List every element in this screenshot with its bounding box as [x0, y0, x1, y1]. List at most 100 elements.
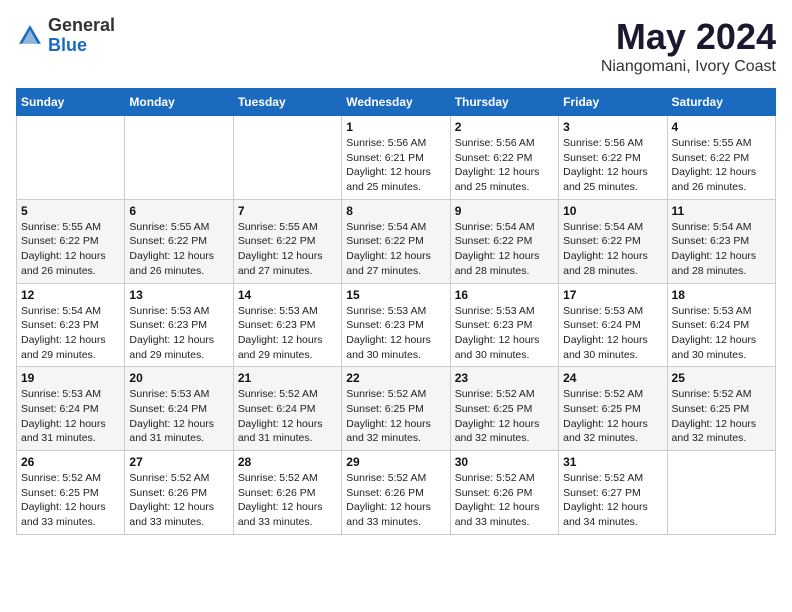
day-number: 29: [346, 455, 445, 469]
calendar-cell: 5 Sunrise: 5:55 AM Sunset: 6:22 PM Daylig…: [17, 199, 125, 283]
day-number: 18: [672, 288, 771, 302]
calendar-cell: [17, 116, 125, 200]
day-number: 16: [455, 288, 554, 302]
calendar-week-row: 26 Sunrise: 5:52 AM Sunset: 6:25 PM Dayli…: [17, 451, 776, 535]
day-number: 12: [21, 288, 120, 302]
calendar-cell: 21Sunrise: 5:52 AM Sunset: 6:24 PM Dayli…: [233, 367, 341, 451]
day-detail: Sunrise: 5:53 AM Sunset: 6:23 PM Dayligh…: [238, 304, 337, 363]
day-number: 3: [563, 120, 662, 134]
day-detail: Sunrise: 5:52 AM Sunset: 6:26 PM Dayligh…: [129, 471, 228, 530]
day-detail: Sunrise: 5:54 AM Sunset: 6:23 PM Dayligh…: [672, 220, 771, 279]
day-number: 10: [563, 204, 662, 218]
title-month: May 2024: [601, 16, 776, 58]
weekday-header-friday: Friday: [559, 89, 667, 116]
day-number: 26: [21, 455, 120, 469]
day-number: 7: [238, 204, 337, 218]
day-detail: Sunrise: 5:52 AM Sunset: 6:26 PM Dayligh…: [238, 471, 337, 530]
day-detail: Sunrise: 5:52 AM Sunset: 6:26 PM Dayligh…: [455, 471, 554, 530]
calendar-cell: 9 Sunrise: 5:54 AM Sunset: 6:22 PM Daylig…: [450, 199, 558, 283]
day-number: 30: [455, 455, 554, 469]
calendar-cell: [125, 116, 233, 200]
day-detail: Sunrise: 5:52 AM Sunset: 6:24 PM Dayligh…: [238, 387, 337, 446]
day-detail: Sunrise: 5:55 AM Sunset: 6:22 PM Dayligh…: [238, 220, 337, 279]
day-detail: Sunrise: 5:56 AM Sunset: 6:21 PM Dayligh…: [346, 136, 445, 195]
day-detail: Sunrise: 5:52 AM Sunset: 6:25 PM Dayligh…: [346, 387, 445, 446]
calendar-cell: 18Sunrise: 5:53 AM Sunset: 6:24 PM Dayli…: [667, 283, 775, 367]
day-number: 17: [563, 288, 662, 302]
calendar-week-row: 1Sunrise: 5:56 AM Sunset: 6:21 PM Daylig…: [17, 116, 776, 200]
day-number: 14: [238, 288, 337, 302]
calendar-cell: 1Sunrise: 5:56 AM Sunset: 6:21 PM Daylig…: [342, 116, 450, 200]
logo-icon: [16, 22, 44, 50]
calendar-cell: 11 Sunrise: 5:54 AM Sunset: 6:23 PM Dayli…: [667, 199, 775, 283]
title-location: Niangomani, Ivory Coast: [601, 58, 776, 76]
calendar-cell: [667, 451, 775, 535]
calendar-cell: 6 Sunrise: 5:55 AM Sunset: 6:22 PM Daylig…: [125, 199, 233, 283]
day-detail: Sunrise: 5:55 AM Sunset: 6:22 PM Dayligh…: [21, 220, 120, 279]
day-detail: Sunrise: 5:53 AM Sunset: 6:23 PM Dayligh…: [346, 304, 445, 363]
calendar-cell: 13 Sunrise: 5:53 AM Sunset: 6:23 PM Dayli…: [125, 283, 233, 367]
day-number: 6: [129, 204, 228, 218]
calendar-cell: 12 Sunrise: 5:54 AM Sunset: 6:23 PM Dayli…: [17, 283, 125, 367]
calendar-cell: 23 Sunrise: 5:52 AM Sunset: 6:25 PM Dayli…: [450, 367, 558, 451]
day-number: 15: [346, 288, 445, 302]
day-detail: Sunrise: 5:53 AM Sunset: 6:24 PM Dayligh…: [21, 387, 120, 446]
day-detail: Sunrise: 5:52 AM Sunset: 6:25 PM Dayligh…: [563, 387, 662, 446]
calendar-cell: 2Sunrise: 5:56 AM Sunset: 6:22 PM Daylig…: [450, 116, 558, 200]
weekday-header-saturday: Saturday: [667, 89, 775, 116]
day-number: 20: [129, 371, 228, 385]
calendar-cell: 4Sunrise: 5:55 AM Sunset: 6:22 PM Daylig…: [667, 116, 775, 200]
day-detail: Sunrise: 5:53 AM Sunset: 6:23 PM Dayligh…: [455, 304, 554, 363]
calendar-cell: 26 Sunrise: 5:52 AM Sunset: 6:25 PM Dayli…: [17, 451, 125, 535]
day-detail: Sunrise: 5:54 AM Sunset: 6:23 PM Dayligh…: [21, 304, 120, 363]
calendar-cell: 22 Sunrise: 5:52 AM Sunset: 6:25 PM Dayli…: [342, 367, 450, 451]
calendar-cell: [233, 116, 341, 200]
day-number: 8: [346, 204, 445, 218]
day-detail: Sunrise: 5:56 AM Sunset: 6:22 PM Dayligh…: [455, 136, 554, 195]
calendar-cell: 30 Sunrise: 5:52 AM Sunset: 6:26 PM Dayli…: [450, 451, 558, 535]
day-number: 27: [129, 455, 228, 469]
day-number: 11: [672, 204, 771, 218]
day-detail: Sunrise: 5:53 AM Sunset: 6:24 PM Dayligh…: [129, 387, 228, 446]
day-detail: Sunrise: 5:54 AM Sunset: 6:22 PM Dayligh…: [563, 220, 662, 279]
calendar-cell: 16 Sunrise: 5:53 AM Sunset: 6:23 PM Dayli…: [450, 283, 558, 367]
calendar-cell: 7 Sunrise: 5:55 AM Sunset: 6:22 PM Daylig…: [233, 199, 341, 283]
day-number: 5: [21, 204, 120, 218]
day-detail: Sunrise: 5:52 AM Sunset: 6:25 PM Dayligh…: [21, 471, 120, 530]
day-detail: Sunrise: 5:54 AM Sunset: 6:22 PM Dayligh…: [346, 220, 445, 279]
calendar-cell: 27 Sunrise: 5:52 AM Sunset: 6:26 PM Dayli…: [125, 451, 233, 535]
day-number: 19: [21, 371, 120, 385]
calendar-cell: 29Sunrise: 5:52 AM Sunset: 6:26 PM Dayli…: [342, 451, 450, 535]
day-number: 22: [346, 371, 445, 385]
calendar-cell: 15 Sunrise: 5:53 AM Sunset: 6:23 PM Dayli…: [342, 283, 450, 367]
day-number: 28: [238, 455, 337, 469]
calendar: SundayMondayTuesdayWednesdayThursdayFrid…: [16, 88, 776, 535]
weekday-header-wednesday: Wednesday: [342, 89, 450, 116]
day-number: 25: [672, 371, 771, 385]
calendar-week-row: 5 Sunrise: 5:55 AM Sunset: 6:22 PM Daylig…: [17, 199, 776, 283]
day-detail: Sunrise: 5:55 AM Sunset: 6:22 PM Dayligh…: [129, 220, 228, 279]
day-detail: Sunrise: 5:53 AM Sunset: 6:23 PM Dayligh…: [129, 304, 228, 363]
day-detail: Sunrise: 5:52 AM Sunset: 6:27 PM Dayligh…: [563, 471, 662, 530]
weekday-header-sunday: Sunday: [17, 89, 125, 116]
calendar-cell: 10 Sunrise: 5:54 AM Sunset: 6:22 PM Dayli…: [559, 199, 667, 283]
day-detail: Sunrise: 5:53 AM Sunset: 6:24 PM Dayligh…: [563, 304, 662, 363]
day-detail: Sunrise: 5:56 AM Sunset: 6:22 PM Dayligh…: [563, 136, 662, 195]
calendar-header-row: SundayMondayTuesdayWednesdayThursdayFrid…: [17, 89, 776, 116]
calendar-cell: 25Sunrise: 5:52 AM Sunset: 6:25 PM Dayli…: [667, 367, 775, 451]
day-number: 9: [455, 204, 554, 218]
logo-text: General Blue: [48, 16, 115, 56]
day-number: 13: [129, 288, 228, 302]
day-detail: Sunrise: 5:52 AM Sunset: 6:25 PM Dayligh…: [455, 387, 554, 446]
calendar-cell: 24Sunrise: 5:52 AM Sunset: 6:25 PM Dayli…: [559, 367, 667, 451]
day-number: 31: [563, 455, 662, 469]
logo-general: General: [48, 16, 115, 36]
day-detail: Sunrise: 5:54 AM Sunset: 6:22 PM Dayligh…: [455, 220, 554, 279]
calendar-cell: 3 Sunrise: 5:56 AM Sunset: 6:22 PM Daylig…: [559, 116, 667, 200]
day-number: 23: [455, 371, 554, 385]
calendar-week-row: 19 Sunrise: 5:53 AM Sunset: 6:24 PM Dayli…: [17, 367, 776, 451]
calendar-week-row: 12 Sunrise: 5:54 AM Sunset: 6:23 PM Dayli…: [17, 283, 776, 367]
weekday-header-thursday: Thursday: [450, 89, 558, 116]
page-header: General Blue May 2024 Niangomani, Ivory …: [16, 16, 776, 76]
calendar-cell: 14 Sunrise: 5:53 AM Sunset: 6:23 PM Dayli…: [233, 283, 341, 367]
